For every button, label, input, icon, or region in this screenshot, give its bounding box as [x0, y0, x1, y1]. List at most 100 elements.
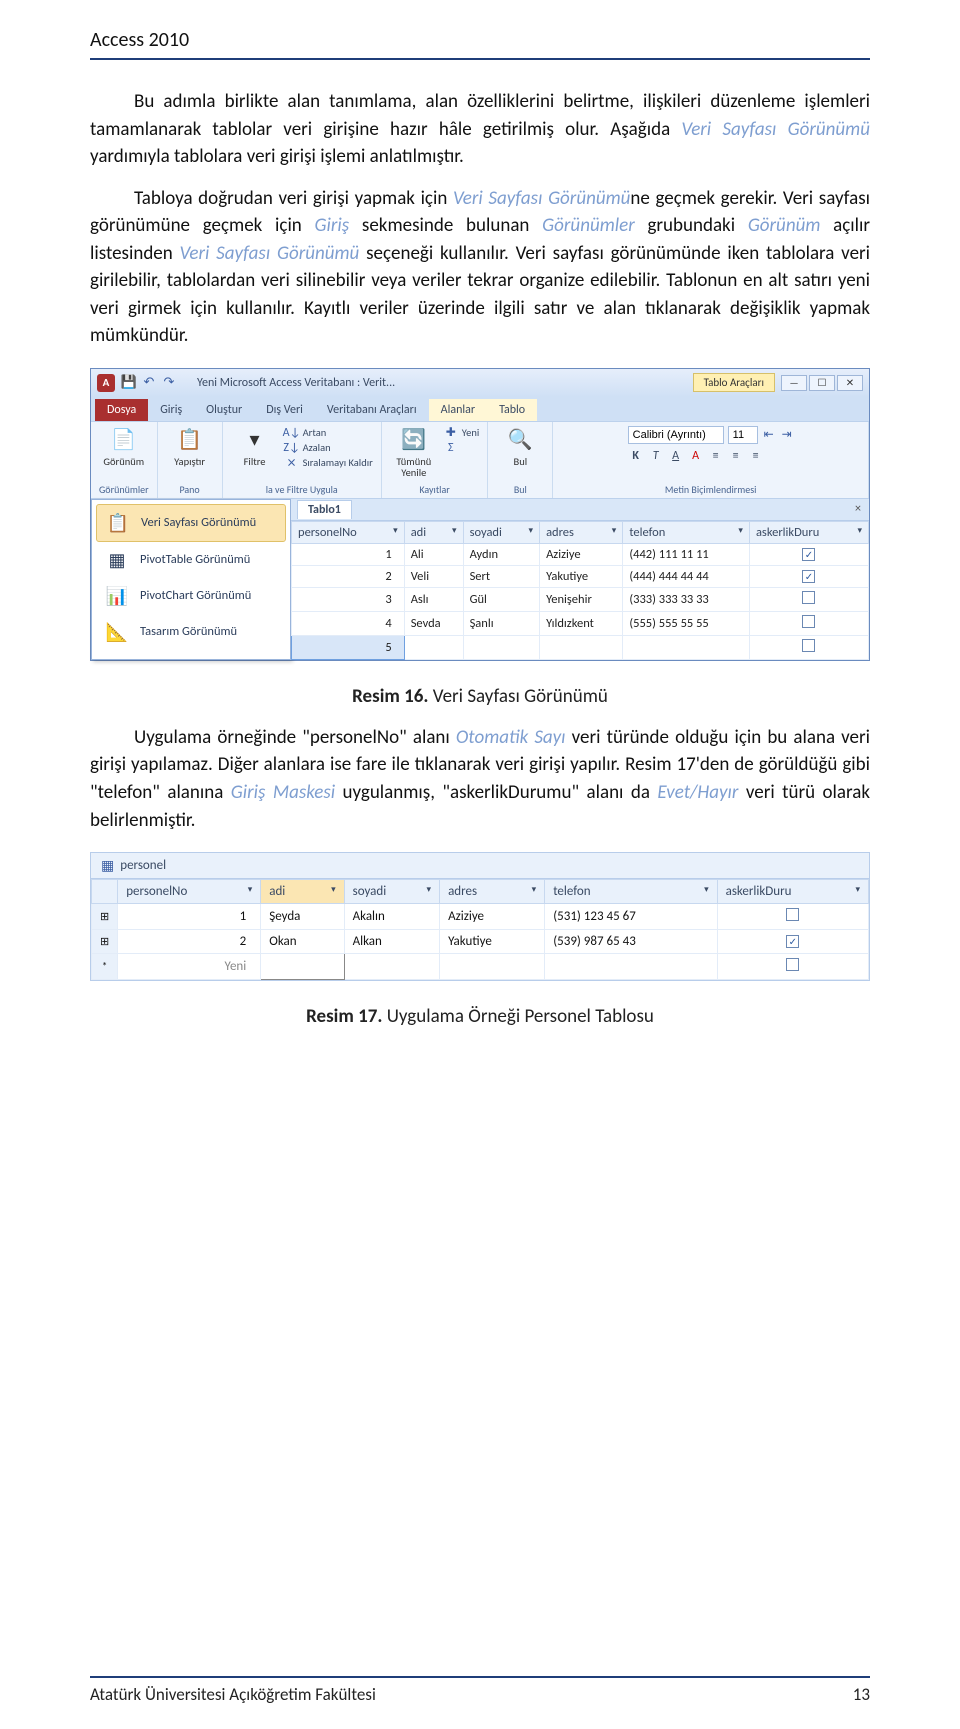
tab-create[interactable]: Oluştur	[194, 399, 254, 421]
view-design[interactable]: 📐 Tasarım Görünümü	[96, 614, 286, 650]
col-telefon[interactable]: telefon▾	[623, 521, 750, 543]
view-datasheet[interactable]: 📋 Veri Sayfası Görünümü	[96, 504, 286, 542]
tab-dbtools[interactable]: Veritabanı Araçları	[315, 399, 429, 421]
p1-b: yardımıyla tablolara veri girişi işlemi …	[90, 145, 464, 168]
p3-oto: Otomatik Sayı	[456, 726, 566, 749]
redo-icon[interactable]: ↷	[161, 375, 177, 391]
window-title: Yeni Microsoft Access Veritabanı : Verit…	[183, 376, 687, 390]
col-askerlik[interactable]: askerlikDuru▾	[749, 521, 868, 543]
filter-button[interactable]: ▾ Filtre	[231, 426, 279, 468]
p3-eh: Evet/Hayır	[657, 781, 738, 804]
paragraph-2: Tabloya doğrudan veri girişi yapmak için…	[90, 185, 870, 350]
group-records: 🔄 Tümünü Yenile ✚Yeni Σ Kayıtlar	[382, 422, 489, 498]
paragraph-3: Uygulama örneğinde "personelNo" alanı Ot…	[90, 724, 870, 834]
table-row[interactable]: 4SevdaŞanlıYıldızkent(555) 555 55 55	[292, 611, 869, 635]
view-pivotchart[interactable]: 📊 PivotChart Görünümü	[96, 578, 286, 614]
refresh-button[interactable]: 🔄 Tümünü Yenile	[390, 426, 438, 479]
datasheet-table[interactable]: personelNo▾ adi▾ soyadi▾ adres▾ telefon▾…	[291, 521, 869, 660]
paste-button[interactable]: 📋 Yapıştır	[166, 426, 214, 468]
refresh-icon: 🔄	[400, 426, 428, 454]
pcol-ask[interactable]: askerlikDuru▾	[717, 880, 868, 904]
italic-button[interactable]: T	[648, 449, 664, 463]
personel-table[interactable]: personelNo▾ adi▾ soyadi▾ adres▾ telefon▾…	[91, 879, 869, 980]
font-size[interactable]	[728, 426, 758, 444]
pcol-adres[interactable]: adres▾	[440, 880, 545, 904]
p2-giris: Giriş	[315, 214, 350, 237]
table-tab[interactable]: Tablo1	[297, 500, 352, 519]
indent-dec-icon[interactable]: ⇤	[762, 428, 776, 442]
pcol-tel[interactable]: telefon▾	[545, 880, 717, 904]
sort-desc[interactable]: Z↓Azalan	[285, 441, 373, 455]
sort-clear-icon: ⨯	[285, 456, 299, 470]
datasheet-wrap: Tablo1 × personelNo▾ adi▾ soyadi▾ adres▾…	[291, 499, 869, 660]
pcol-adi[interactable]: adi▾	[261, 880, 344, 904]
table-row[interactable]: ⊞1ŞeydaAkalınAziziye(531) 123 45 67	[92, 904, 869, 930]
pivotchart-icon: 📊	[102, 584, 132, 608]
filter-icon: ▾	[241, 426, 269, 454]
font-name[interactable]	[628, 426, 724, 444]
font-color-button[interactable]: A	[688, 449, 704, 463]
p2-a: Tabloya doğrudan veri girişi yapmak için	[134, 187, 453, 210]
undo-icon[interactable]: ↶	[141, 375, 157, 391]
p1-vsg: Veri Sayfası Görünümü	[681, 118, 870, 141]
tab-file[interactable]: Dosya	[95, 399, 148, 421]
header-rule	[90, 58, 870, 60]
align-left-button[interactable]: ≡	[708, 449, 724, 463]
tab-fields[interactable]: Alanlar	[429, 399, 487, 421]
footer-left: Atatürk Üniversitesi Açıköğretim Fakülte…	[90, 1684, 376, 1705]
col-adres[interactable]: adres▾	[540, 521, 623, 543]
p2-vsg: Veri Sayfası Görünümü	[453, 187, 630, 210]
new-record[interactable]: ✚Yeni	[444, 426, 480, 440]
personel-table-wrap: ▦ personel personelNo▾ adi▾ soyadi▾ adre…	[90, 852, 870, 981]
view-dropdown: 📋 Veri Sayfası Görünümü ▦ PivotTable Gör…	[91, 499, 291, 660]
tab-table[interactable]: Tablo	[487, 399, 537, 421]
page-footer: Atatürk Üniversitesi Açıköğretim Fakülte…	[90, 1676, 870, 1705]
close-button[interactable]: ✕	[837, 375, 863, 391]
page-header: Access 2010	[90, 28, 870, 52]
p2-c: sekmesinde bulunan	[349, 214, 542, 237]
col-adi[interactable]: adi▾	[404, 521, 463, 543]
save-icon[interactable]: 💾	[121, 375, 137, 391]
tab-home[interactable]: Giriş	[148, 399, 194, 421]
ribbon-tabs: Dosya Giriş Oluştur Dış Veri Veritabanı …	[91, 397, 869, 421]
footer-rule	[90, 1676, 870, 1678]
align-right-button[interactable]: ≡	[748, 449, 764, 463]
sort-clear[interactable]: ⨯Sıralamayı Kaldır	[285, 456, 373, 470]
indent-inc-icon[interactable]: ⇥	[780, 428, 794, 442]
quick-access-toolbar: 💾 ↶ ↷	[121, 375, 177, 391]
context-tab-label: Tablo Araçları	[693, 373, 775, 392]
col-personelno[interactable]: personelNo▾	[292, 521, 405, 543]
view-pivottable[interactable]: ▦ PivotTable Görünümü	[96, 542, 286, 578]
tab-external[interactable]: Dış Veri	[254, 399, 315, 421]
new-row[interactable]: 5	[292, 635, 869, 659]
tab-close-icon[interactable]: ×	[855, 502, 861, 516]
pcol-no[interactable]: personelNo▾	[118, 880, 261, 904]
ribbon: 📄 Görünüm Görünümler 📋 Yapıştır Pano	[91, 421, 869, 499]
access-app-icon: A	[97, 374, 115, 392]
sort-desc-icon: Z↓	[285, 441, 299, 455]
totals[interactable]: Σ	[444, 441, 480, 455]
p2-gorunumler: Görünümler	[542, 214, 635, 237]
footer-page-number: 13	[853, 1684, 870, 1705]
pcol-soyadi[interactable]: soyadi▾	[344, 880, 439, 904]
view-button[interactable]: 📄 Görünüm	[100, 426, 148, 468]
p2-gorunum: Görünüm	[748, 214, 821, 237]
table-row[interactable]: 1AliAydınAziziye(442) 111 11 11✓	[292, 543, 869, 565]
table-row[interactable]: 3AslıGülYenişehir(333) 333 33 33	[292, 587, 869, 611]
table-icon: ▦	[101, 857, 114, 874]
maximize-button[interactable]: ☐	[809, 375, 835, 391]
sort-asc[interactable]: A↓Artan	[285, 426, 373, 440]
align-center-button[interactable]: ≡	[728, 449, 744, 463]
find-button[interactable]: 🔍 Bul	[496, 426, 544, 468]
new-row[interactable]: *Yeni	[92, 954, 869, 980]
table-row[interactable]: ⊞2OkanAlkanYakutiye(539) 987 65 43✓	[92, 930, 869, 954]
titlebar: A 💾 ↶ ↷ Yeni Microsoft Access Veritabanı…	[91, 369, 869, 397]
rowhdr-blank	[92, 880, 118, 904]
group-clipboard: 📋 Yapıştır Pano	[158, 422, 223, 498]
table-row[interactable]: 2VeliSertYakutiye(444) 444 44 44✓	[292, 565, 869, 587]
minimize-button[interactable]: —	[781, 375, 807, 391]
col-soyadi[interactable]: soyadi▾	[463, 521, 540, 543]
underline-button[interactable]: A	[668, 449, 684, 463]
bold-button[interactable]: K	[628, 449, 644, 463]
personel-tab-label[interactable]: personel	[120, 858, 166, 873]
